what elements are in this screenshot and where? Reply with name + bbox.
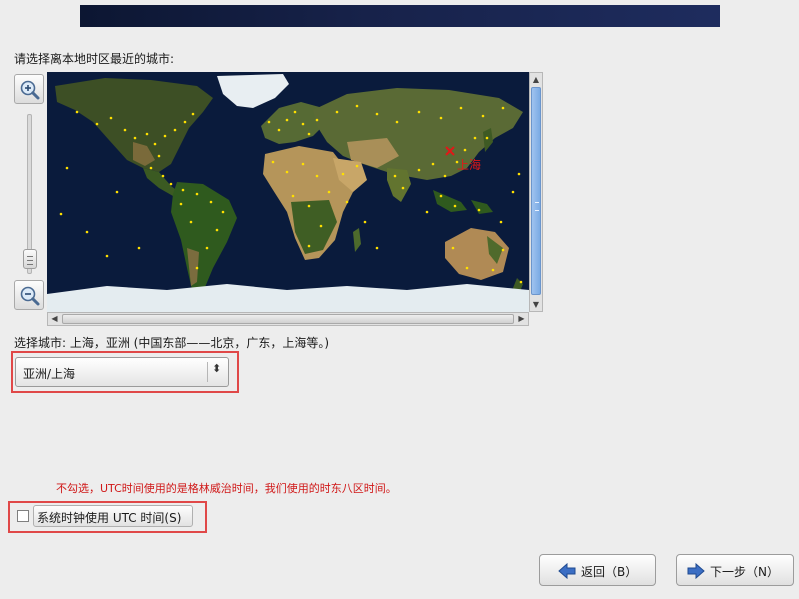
select-updown-icon: ⬍ <box>212 362 222 375</box>
scroll-down-arrow-icon[interactable]: ▼ <box>530 298 542 311</box>
zoom-slider-handle[interactable] <box>23 249 37 269</box>
utc-annotation-note: 不勾选，UTC时间使用的是格林威治时间，我们使用的时东八区时间。 <box>56 482 397 495</box>
zoom-out-icon <box>20 286 40 306</box>
selected-city-label: 上海 <box>457 157 481 172</box>
utc-checkbox-label[interactable]: 系统时钟使用 UTC 时间(S) <box>33 505 193 527</box>
world-map-image: 上海 <box>47 72 529 312</box>
world-map[interactable]: 上海 <box>47 72 529 312</box>
left-arrow-icon <box>558 563 576 579</box>
map-vertical-scrollbar[interactable]: ▲ ▼ <box>529 72 543 312</box>
utc-checkbox[interactable] <box>17 510 29 522</box>
zoom-out-button[interactable] <box>14 280 44 310</box>
back-button[interactable]: 返回（B） <box>539 554 656 586</box>
selected-city-caption: 选择城市: 上海，亚洲 (中国东部——北京，广东，上海等。) <box>14 336 330 350</box>
map-horizontal-scrollbar[interactable]: ◀ ▶ <box>47 312 529 326</box>
zoom-in-button[interactable] <box>14 74 44 104</box>
timezone-prompt: 请选择离本地时区最近的城市: <box>14 52 175 66</box>
scroll-up-arrow-icon[interactable]: ▲ <box>530 73 542 86</box>
map-vertical-scroll-thumb[interactable] <box>531 87 541 295</box>
next-button[interactable]: 下一步（N） <box>676 554 794 586</box>
zoom-in-icon <box>20 80 40 100</box>
map-horizontal-scroll-thumb[interactable] <box>62 314 514 324</box>
header-banner <box>80 5 720 27</box>
scroll-left-arrow-icon[interactable]: ◀ <box>48 313 61 325</box>
right-arrow-icon <box>687 563 705 579</box>
timezone-select-value: 亚洲/上海 <box>23 367 76 381</box>
timezone-select[interactable]: 亚洲/上海 ⬍ <box>15 357 229 387</box>
scroll-right-arrow-icon[interactable]: ▶ <box>515 313 528 325</box>
